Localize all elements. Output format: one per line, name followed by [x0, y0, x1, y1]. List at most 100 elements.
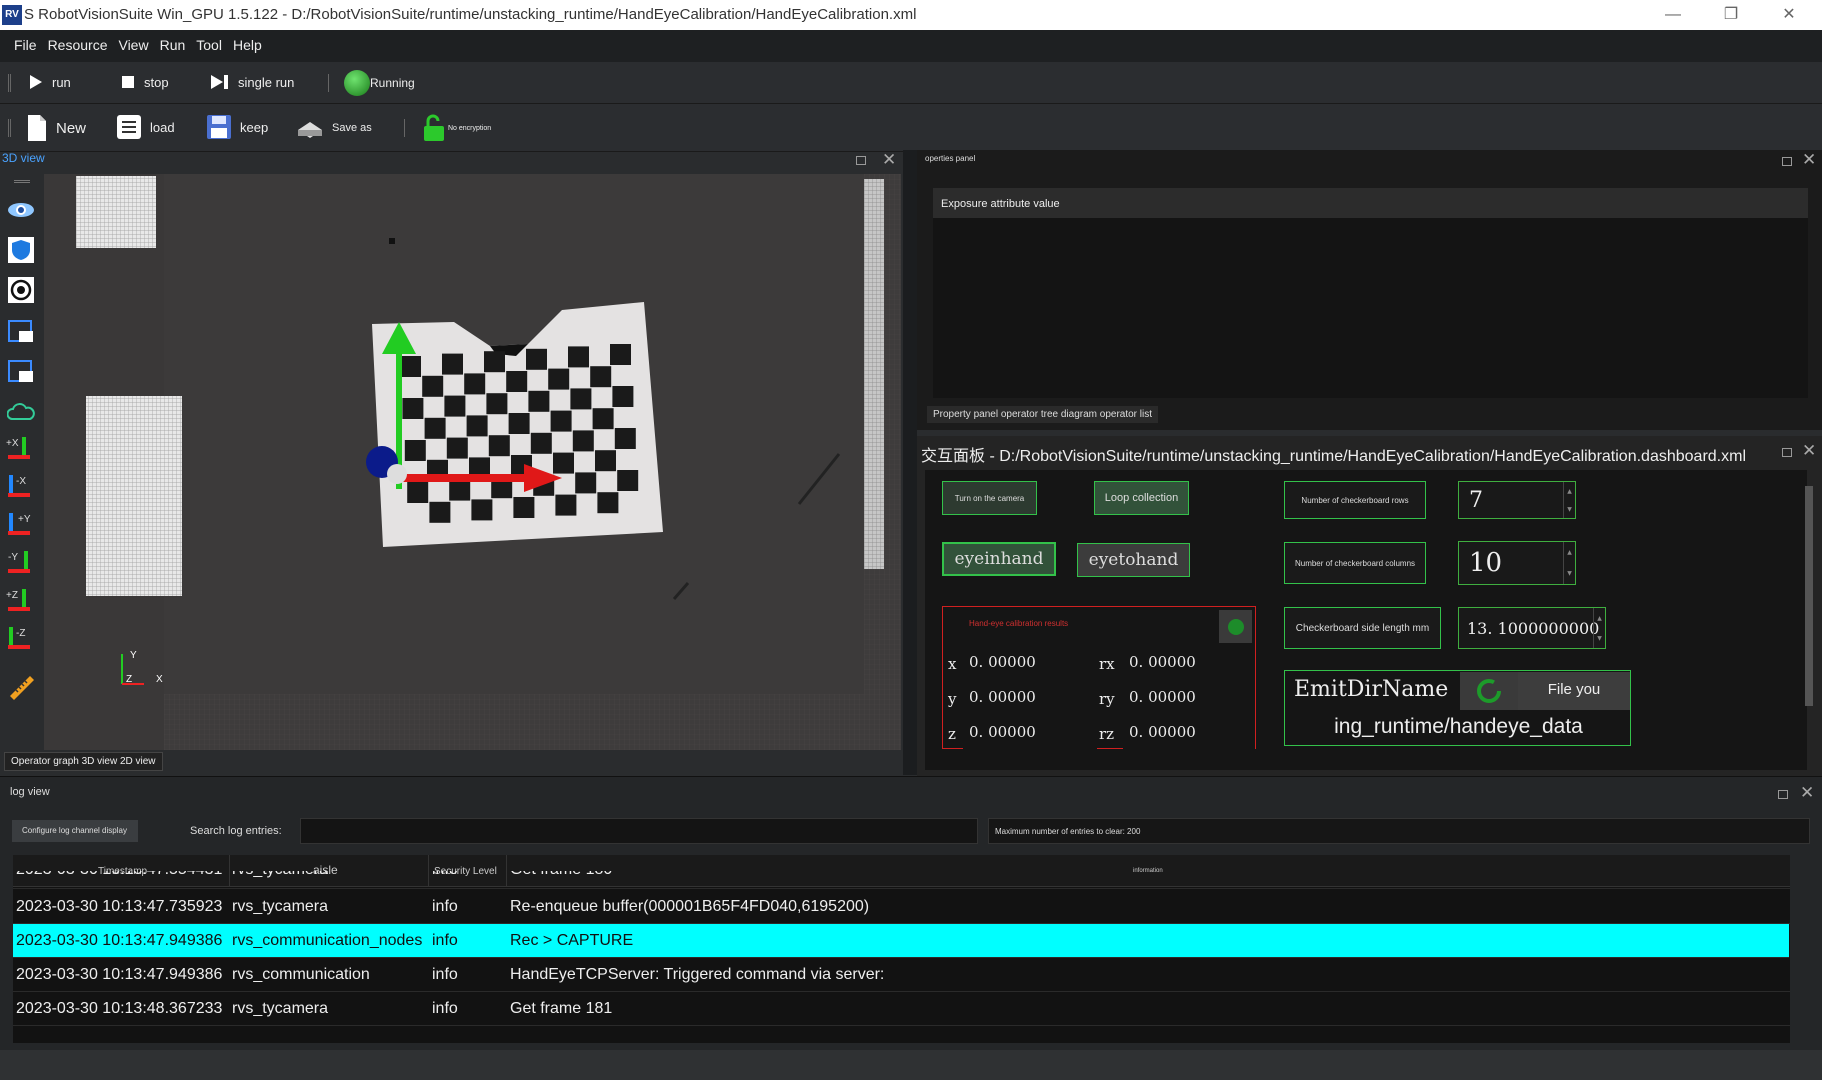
- checker-square: [555, 494, 577, 516]
- loop-collection-button[interactable]: Loop collection: [1094, 481, 1189, 515]
- save-as-button[interactable]: Save as: [296, 116, 372, 140]
- search-input[interactable]: [300, 818, 978, 844]
- cell-timestamp: 2023-03-30 10:13:47.554431: [16, 871, 222, 879]
- view3d-float-button[interactable]: [856, 156, 866, 165]
- rows-spinbox[interactable]: 7 ▲ ▼: [1458, 481, 1576, 519]
- menu-file[interactable]: File: [14, 37, 37, 53]
- toolbar-grip[interactable]: [8, 74, 11, 92]
- keep-button[interactable]: keep: [206, 114, 268, 140]
- cloud-icon[interactable]: [6, 398, 36, 426]
- checker-square: [612, 386, 634, 407]
- view3d-close-button[interactable]: ✕: [882, 150, 896, 170]
- menu-resource[interactable]: Resource: [48, 37, 108, 53]
- side-spin-arrows[interactable]: ▲ ▼: [1593, 608, 1605, 648]
- shield-icon[interactable]: [6, 236, 36, 264]
- cols-value: 10: [1469, 548, 1503, 578]
- checker-square: [597, 492, 619, 514]
- table-row[interactable]: 2023-03-30 10:13:48.367233 rvs_tycamera …: [13, 992, 1790, 1026]
- axis-plus-z-icon[interactable]: +Z: [6, 588, 36, 616]
- table-row[interactable]: 2023-03-30 10:13:47.735923 rvs_tycamera …: [13, 890, 1790, 924]
- dashboard-float-button[interactable]: [1782, 448, 1792, 457]
- configure-log-button[interactable]: Configure log channel display: [12, 820, 138, 842]
- window-title: S RobotVisionSuite Win_GPU 1.5.122 - D:/…: [24, 6, 917, 23]
- point-cloud-scene: Y Z X: [44, 174, 901, 750]
- dashboard-close-button[interactable]: ✕: [1802, 441, 1816, 461]
- step-icon: [211, 75, 228, 89]
- z-label: z: [948, 725, 956, 743]
- cols-spin-arrows[interactable]: ▲ ▼: [1563, 542, 1575, 584]
- eyetohand-button[interactable]: eyetohand: [1077, 543, 1190, 577]
- new-file-icon: [28, 115, 46, 141]
- view-tabs[interactable]: Operator graph 3D view 2D view: [4, 752, 163, 771]
- log-float-button[interactable]: [1778, 790, 1788, 799]
- checker-square: [595, 450, 616, 472]
- checker-square: [590, 366, 612, 388]
- cell-level: info: [432, 931, 458, 949]
- svg-text:X: X: [156, 674, 163, 685]
- cols-label: Number of checkerboard columns: [1284, 542, 1426, 584]
- refresh-icon[interactable]: [1460, 672, 1518, 710]
- axis-plus-x-icon[interactable]: +X: [6, 436, 36, 464]
- cell-information: Re-enqueue buffer(000001B65F4FD040,61952…: [510, 897, 870, 915]
- eye-icon[interactable]: [6, 196, 36, 224]
- play-icon: [30, 75, 42, 89]
- log-close-button[interactable]: ✕: [1800, 783, 1814, 803]
- table-row[interactable]: 2023-03-30 10:13:47.554431 rvs_tycamera …: [13, 871, 1790, 889]
- eyeinhand-button[interactable]: eyeinhand: [942, 542, 1056, 576]
- max-entries-field[interactable]: Maximum number of entries to clear: 200: [988, 818, 1810, 844]
- checker-square: [404, 440, 426, 461]
- axis-minus-z-icon[interactable]: -Z: [6, 626, 36, 654]
- new-button[interactable]: New: [26, 114, 86, 142]
- checker-square: [486, 393, 508, 415]
- load-button[interactable]: load: [116, 114, 175, 140]
- table-row[interactable]: 2023-03-30 10:13:47.949386 rvs_communica…: [13, 958, 1790, 992]
- log-divider: [0, 776, 1822, 777]
- run-button[interactable]: run: [28, 74, 71, 90]
- checker-square: [548, 368, 570, 390]
- target-icon[interactable]: [6, 276, 36, 304]
- save-as-label: Save as: [332, 122, 372, 134]
- properties-panel: operties panel ✕ Exposure attribute valu…: [917, 150, 1822, 430]
- restore-button[interactable]: ❐: [1718, 4, 1744, 26]
- rows-spin-arrows[interactable]: ▲ ▼: [1563, 482, 1575, 518]
- minimize-button[interactable]: —: [1660, 4, 1686, 26]
- camera-window-2-icon[interactable]: [6, 358, 36, 386]
- svg-text:+X: +X: [6, 438, 19, 449]
- status-dot-icon: [1227, 618, 1244, 635]
- close-button[interactable]: ✕: [1776, 4, 1802, 26]
- stop-button[interactable]: stop: [120, 74, 169, 90]
- menu-tool[interactable]: Tool: [196, 37, 222, 53]
- rx-value: 0. 00000: [1123, 645, 1255, 679]
- cols-spinbox[interactable]: 10 ▲ ▼: [1458, 541, 1576, 585]
- dashboard-scrollbar[interactable]: [1805, 486, 1813, 706]
- single-run-button[interactable]: single run: [210, 74, 294, 90]
- properties-float-button[interactable]: [1782, 157, 1792, 166]
- load-label: load: [150, 119, 175, 135]
- table-row-selected[interactable]: 2023-03-30 10:13:47.949386 rvs_communica…: [13, 924, 1789, 958]
- turn-on-camera-button[interactable]: Turn on the camera: [942, 481, 1037, 515]
- side-length-spinbox[interactable]: 13. 1000000000 ▲ ▼: [1458, 607, 1606, 649]
- checker-square: [570, 388, 592, 410]
- tools-grip[interactable]: [14, 180, 30, 183]
- properties-tabs[interactable]: Property panel operator tree diagram ope…: [927, 406, 1159, 423]
- properties-title: operties panel: [925, 154, 976, 163]
- encryption-button[interactable]: No encryption: [422, 114, 491, 142]
- ruler-icon[interactable]: [6, 672, 36, 700]
- camera-window-icon[interactable]: [6, 318, 36, 346]
- cell-aisle: rvs_tycamera: [232, 999, 329, 1017]
- properties-close-button[interactable]: ✕: [1802, 150, 1816, 170]
- checker-square: [422, 375, 444, 397]
- axis-plus-y-icon[interactable]: +Y: [6, 512, 36, 540]
- point-cloud-viewport[interactable]: Y Z X: [44, 174, 901, 750]
- menu-help[interactable]: Help: [233, 37, 262, 53]
- app-logo-icon: RV: [2, 5, 22, 25]
- file-you-button[interactable]: File you: [1518, 672, 1630, 710]
- menu-view[interactable]: View: [118, 37, 148, 53]
- axis-minus-y-icon[interactable]: -Y: [6, 550, 36, 578]
- vertical-splitter[interactable]: [903, 150, 917, 775]
- menu-run[interactable]: Run: [160, 37, 186, 53]
- cell-level: info: [432, 897, 458, 915]
- axis-minus-x-icon[interactable]: -X: [6, 474, 36, 502]
- toolbar-grip-2[interactable]: [8, 119, 11, 137]
- rz-value: 0. 00000: [1123, 715, 1255, 749]
